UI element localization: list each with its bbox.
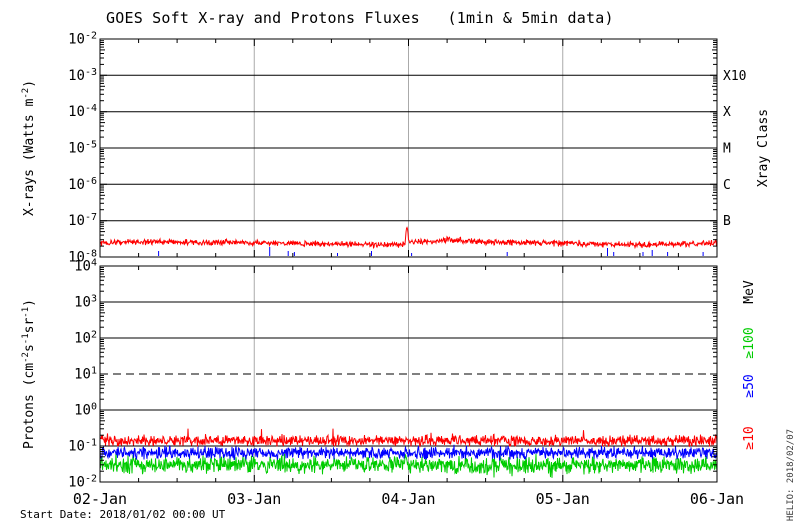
- y-tick-label: 10-1: [68, 438, 97, 455]
- energy-threshold-label: ≥50: [742, 374, 757, 397]
- date-tick-label: 04-Jan: [381, 490, 435, 508]
- xray-class-label: C: [723, 178, 731, 193]
- y-tick-label: 10-2: [68, 31, 97, 48]
- y-tick-label: 104: [74, 258, 97, 275]
- date-tick-label: 06-Jan: [690, 490, 744, 508]
- xray-class-label: X10: [723, 69, 746, 84]
- xray-panel: 10-210-310-410-510-610-710-8X-rays (Watt…: [21, 31, 771, 266]
- xray-axis-title: X-rays (Watts m-2): [21, 80, 37, 216]
- y-tick-label: 10-6: [68, 176, 97, 193]
- energy-threshold-label: ≥10: [742, 426, 757, 449]
- goes-flux-plot-page: { "title": "GOES Soft X-ray and Protons …: [0, 0, 800, 530]
- y-tick-label: 10-3: [68, 67, 97, 84]
- date-tick-label: 05-Jan: [536, 490, 590, 508]
- goes-flux-chart: 10-210-310-410-510-610-710-8X-rays (Watt…: [21, 31, 771, 509]
- xray-class-axis-title: Xray Class: [756, 109, 771, 187]
- date-tick-label: 02-Jan: [73, 490, 127, 508]
- xray-class-label: X: [723, 105, 731, 120]
- y-tick-label: 101: [74, 366, 97, 383]
- y-tick-label: 102: [74, 330, 97, 347]
- y-tick-label: 103: [74, 294, 97, 311]
- y-tick-label: 10-4: [68, 103, 97, 120]
- protons-axis-title: Protons (cm-2s-1sr-1): [21, 299, 37, 449]
- xray-class-label: M: [723, 142, 731, 157]
- y-tick-label: 10-5: [68, 140, 97, 157]
- xray-class-label: B: [723, 214, 731, 229]
- y-tick-label: 100: [74, 402, 97, 419]
- mev-axis-title: MeV: [742, 280, 757, 304]
- y-tick-label: 10-7: [68, 212, 97, 229]
- protons-panel: 104 103 102 101 100 10-1 10-2 Protons (cm-2s-1s…: [21, 258, 757, 509]
- date-tick-label: 03-Jan: [227, 490, 281, 508]
- y-tick-label: 10-2: [68, 474, 97, 491]
- energy-threshold-label: ≥100: [742, 327, 757, 358]
